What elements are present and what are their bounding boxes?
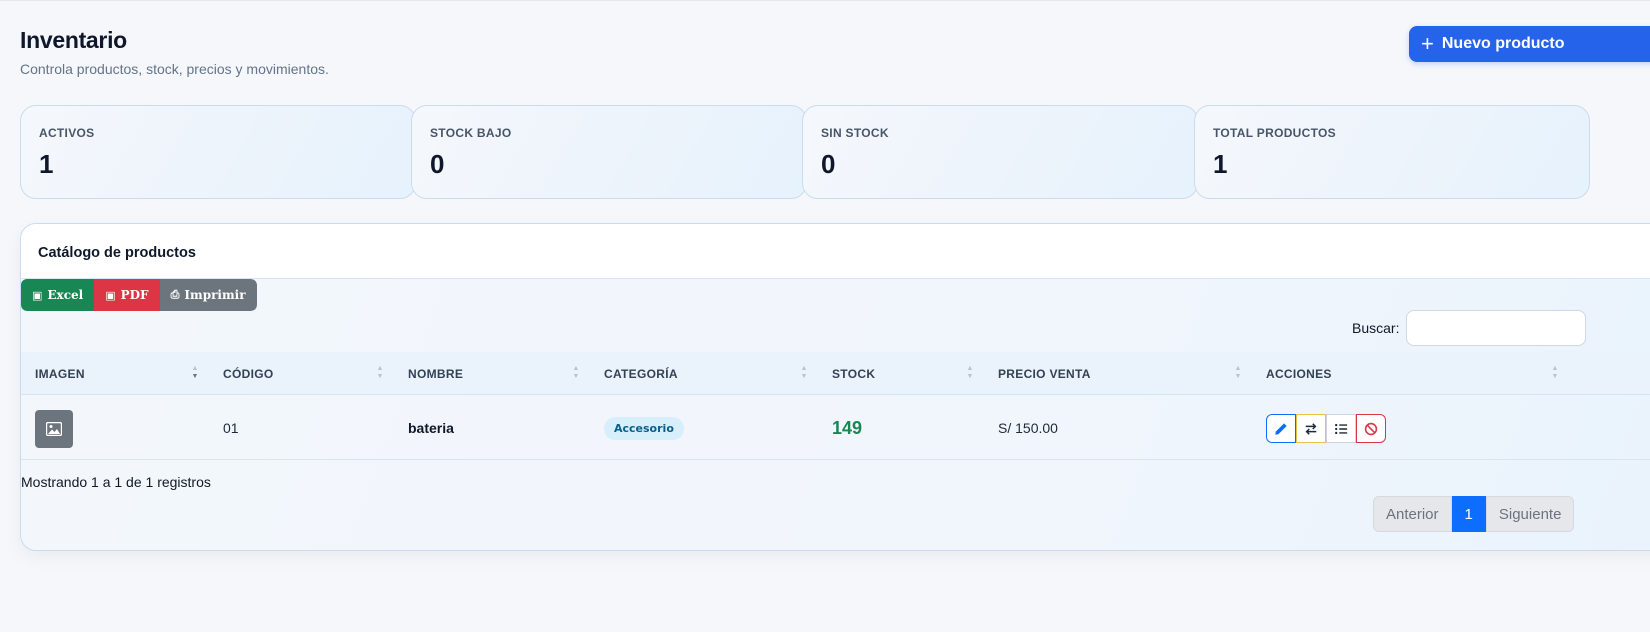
file-excel-icon: ▣ (32, 288, 43, 302)
page-header: Inventario Controla productos, stock, pr… (20, 27, 1650, 77)
stock-value: 149 (832, 417, 863, 438)
search-area: Buscar: (1352, 310, 1587, 346)
page-title: Inventario (20, 27, 127, 53)
pencil-icon (1275, 422, 1287, 435)
file-pdf-icon: ▣ (105, 288, 116, 302)
column-header-imagen[interactable]: IMAGEN (35, 352, 85, 395)
stat-card-activos: ACTIVOS 1 (20, 105, 416, 199)
catalog-header: Catálogo de productos (21, 224, 1650, 279)
column-label: PRECIO VENTA (998, 366, 1091, 381)
stat-label: SIN STOCK (821, 126, 889, 140)
printer-icon: ⎙ (170, 288, 180, 301)
catalog-panel: Catálogo de productos ▣ Excel ▣ PDF ⎙ Im… (20, 223, 1650, 551)
column-header-precio-venta[interactable]: PRECIO VENTA (998, 352, 1091, 395)
image-icon[interactable] (35, 410, 73, 448)
category-badge: Accesorio (604, 416, 684, 440)
stat-card-sin-stock: SIN STOCK 0 (802, 105, 1198, 199)
column-label: CÓDIGO (223, 366, 274, 381)
sort-icon: ▲ ▼ (966, 365, 974, 380)
stat-value: 0 (430, 149, 445, 179)
stats-row: ACTIVOS 1 STOCK BAJO 0 SIN STOCK 0 TOTAL… (20, 105, 1650, 199)
list-icon (1335, 423, 1348, 434)
column-label: NOMBRE (408, 366, 464, 381)
swap-icon (1305, 422, 1317, 435)
sort-icon: ▲ ▼ (376, 365, 384, 380)
cell-code: 01 (223, 420, 239, 436)
prev-page-button[interactable]: Anterior (1373, 496, 1452, 532)
table-row: 01 bateria Accesorio 149 S/ 150.00 (21, 396, 1650, 460)
column-label: STOCK (832, 366, 876, 381)
table-info: Mostrando 1 a 1 de 1 registros (21, 474, 211, 490)
export-excel-button[interactable]: ▣ Excel (21, 279, 95, 311)
edit-button[interactable] (1266, 414, 1296, 443)
cell-price: S/ 150.00 (998, 420, 1058, 436)
print-label: Imprimir (184, 288, 246, 302)
page-subtitle: Controla productos, stock, precios y mov… (20, 61, 329, 77)
new-product-button[interactable]: + Nuevo producto (1409, 26, 1650, 62)
table-header: IMAGEN ▲ ▼ CÓDIGO ▲ ▼ NOMBRE ▲ ▼ CATEGORÍA … (21, 352, 1650, 395)
sort-icon: ▲ ▼ (1551, 365, 1559, 380)
page-1-button[interactable]: 1 (1451, 496, 1486, 532)
search-label: Buscar: (1352, 320, 1400, 336)
stat-value: 1 (39, 149, 54, 179)
column-header-acciones[interactable]: ACCIONES (1266, 352, 1332, 395)
sort-icon: ▲ ▼ (800, 365, 808, 380)
stat-value: 1 (1213, 149, 1228, 179)
column-label: IMAGEN (35, 366, 85, 381)
movements-button[interactable] (1326, 414, 1356, 443)
move-stock-button[interactable] (1296, 414, 1326, 443)
next-page-button[interactable]: Siguiente (1485, 496, 1575, 532)
column-header-codigo[interactable]: CÓDIGO (223, 352, 273, 395)
column-label: ACCIONES (1266, 366, 1332, 381)
export-pdf-label: PDF (120, 288, 149, 302)
row-actions (1266, 414, 1386, 443)
sort-icon: ▲ ▼ (1234, 365, 1242, 380)
column-header-stock[interactable]: STOCK (832, 352, 875, 395)
plus-icon: + (1421, 31, 1434, 56)
export-buttons: ▣ Excel ▣ PDF ⎙ Imprimir (21, 279, 257, 311)
disable-button[interactable] (1356, 414, 1386, 443)
stat-label: ACTIVOS (39, 126, 95, 140)
stat-label: TOTAL PRODUCTOS (1213, 126, 1336, 140)
column-header-categoria[interactable]: CATEGORÍA (604, 352, 678, 395)
pagination: Anterior 1 Siguiente (1373, 496, 1575, 532)
ban-icon (1364, 422, 1378, 435)
cell-stock: 149 (832, 396, 862, 460)
cell-name: bateria (408, 420, 454, 436)
new-product-label: Nuevo producto (1441, 35, 1565, 52)
search-input[interactable] (1406, 310, 1587, 346)
catalog-title: Catálogo de productos (38, 245, 196, 261)
column-header-nombre[interactable]: NOMBRE (408, 352, 463, 395)
stat-card-stock-bajo: STOCK BAJO 0 (411, 105, 807, 199)
stat-value: 0 (821, 149, 836, 179)
stat-label: STOCK BAJO (430, 126, 512, 140)
cell-category: Accesorio (604, 396, 684, 460)
export-pdf-button[interactable]: ▣ PDF (94, 279, 160, 311)
sort-icon: ▲ ▼ (572, 365, 580, 380)
stat-card-total-productos: TOTAL PRODUCTOS 1 (1194, 105, 1590, 199)
column-label: CATEGORÍA (604, 366, 678, 381)
export-excel-label: Excel (47, 288, 84, 302)
print-button[interactable]: ⎙ Imprimir (159, 279, 257, 311)
sort-icon: ▲ ▼ (191, 365, 199, 380)
